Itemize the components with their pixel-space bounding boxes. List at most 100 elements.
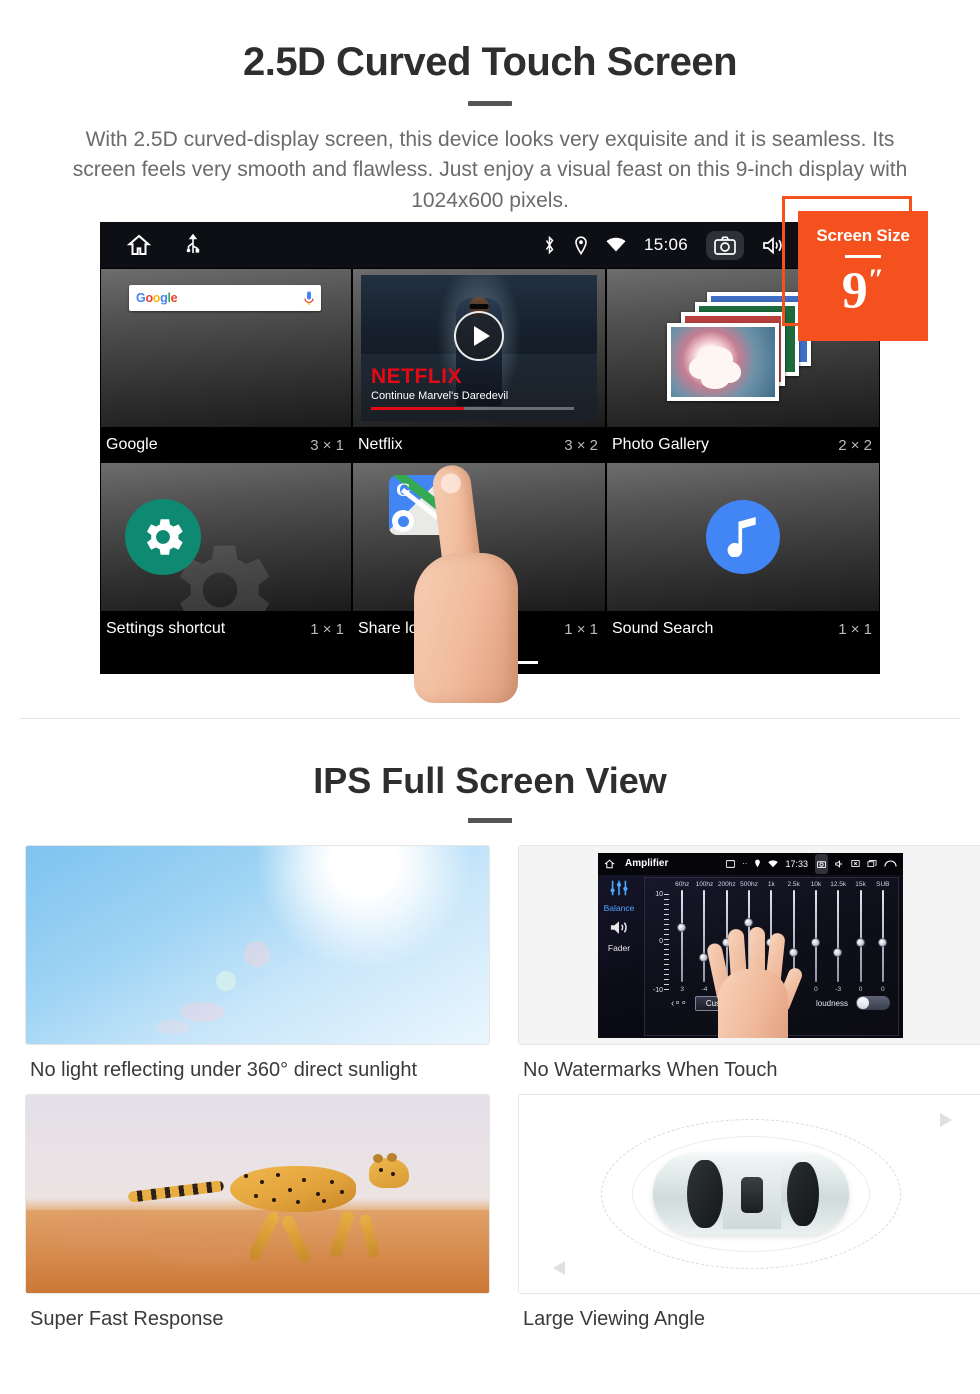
feature-card-no-watermarks: Amplifier ·· 17:33 Balance Fader 60hz 10…	[518, 845, 980, 1082]
sunlight-sky-photo	[25, 845, 490, 1045]
widget-label-row: Netflix 3 × 2	[352, 428, 606, 462]
loudness-toggle[interactable]	[856, 996, 890, 1010]
widget-cell-share-location[interactable]: G Share location 1 × 1	[352, 462, 606, 646]
widget-size: 3 × 2	[564, 436, 598, 454]
google-search-widget[interactable]: Google	[100, 268, 352, 428]
status-time: 15:06	[643, 235, 688, 254]
widget-name: Share location	[358, 620, 461, 637]
back-arrow-icon[interactable]: ‹∘∘	[671, 998, 687, 1009]
camera-icon[interactable]	[815, 853, 828, 874]
dots-icon: ··	[742, 859, 748, 868]
band-value: 0	[881, 985, 885, 993]
feature-card-viewing-angle: Large Viewing Angle	[518, 1094, 980, 1331]
band-label: 100hz	[695, 880, 714, 888]
badge-unit: ″	[867, 263, 885, 296]
band-value: -3	[835, 985, 842, 993]
netflix-brand: NETFLIX	[371, 365, 462, 388]
feature-caption: No Watermarks When Touch	[523, 1059, 778, 1081]
gallery-icon	[726, 859, 736, 868]
widget-size: 3 × 1	[310, 436, 344, 454]
device-status-bar: 15:06	[100, 222, 880, 268]
music-note-icon	[706, 500, 780, 574]
band-label: 60hz	[675, 880, 690, 888]
usb-icon[interactable]	[186, 234, 200, 256]
widget-label-row: Google 3 × 1	[100, 428, 352, 462]
widget-cell-netflix[interactable]: NETFLIX Continue Marvel's Daredevil Netf…	[352, 268, 606, 462]
settings-gear-badge	[125, 499, 201, 575]
feature-caption: Super Fast Response	[30, 1308, 224, 1330]
page-dot[interactable]	[477, 661, 503, 664]
eq-slider[interactable]	[849, 889, 871, 984]
band-label: SUB	[876, 880, 890, 888]
band-value: 0	[858, 985, 863, 993]
location-icon	[574, 235, 588, 255]
netflix-widget[interactable]: NETFLIX Continue Marvel's Daredevil	[352, 268, 606, 428]
section-curved-touch-screen: 2.5D Curved Touch Screen With 2.5D curve…	[0, 0, 980, 703]
volume-icon	[835, 859, 842, 868]
scale-max: 10	[655, 890, 663, 898]
location-icon	[755, 859, 761, 868]
widget-picker-grid: Google Google 3 × 1 NETFLIX Continue Mar…	[100, 268, 880, 646]
play-icon[interactable]	[454, 311, 504, 362]
widget-size: 2 × 2	[838, 436, 872, 454]
amplifier-title: Amplifier	[625, 858, 669, 869]
eq-scale: 10 0 -10	[649, 890, 671, 994]
section2-title-underline	[468, 818, 512, 823]
feature-card-sunlight: No light reflecting under 360° direct su…	[25, 845, 490, 1082]
fader-speaker-icon[interactable]	[609, 919, 629, 936]
equalizer-icon[interactable]	[609, 880, 629, 896]
settings-shortcut-widget[interactable]	[100, 462, 352, 612]
widget-size: 1 × 1	[564, 620, 598, 638]
recents-icon	[867, 860, 877, 867]
widget-row-1: Google Google 3 × 1 NETFLIX Continue Mar…	[100, 268, 880, 462]
eq-slider[interactable]	[671, 889, 693, 984]
band-label: 12.5k	[830, 880, 847, 888]
page-indicator[interactable]	[442, 661, 538, 664]
feature-card-row-2: Super Fast Response Large Viewing Angle	[0, 1094, 980, 1331]
home-icon	[604, 859, 615, 868]
balance-label[interactable]: Balance	[598, 903, 640, 913]
badge-value: 9″	[841, 262, 885, 320]
touching-hand-illustration	[705, 926, 805, 1038]
netflix-progress-bar	[371, 407, 574, 410]
eq-slider[interactable]	[827, 889, 849, 984]
band-label: 200hz	[717, 880, 736, 888]
feature-card-row-1: No light reflecting under 360° direct su…	[0, 845, 980, 1082]
widget-row-2: Settings shortcut 1 × 1 G Share location…	[100, 462, 880, 646]
feature-caption: Large Viewing Angle	[523, 1308, 705, 1330]
widget-name: Google	[106, 436, 158, 453]
screen-size-badge: Screen Size 9″	[798, 211, 928, 341]
home-icon[interactable]	[126, 233, 152, 257]
close-box-icon	[851, 860, 860, 867]
page-dot[interactable]	[442, 661, 468, 664]
band-label: 15k	[855, 880, 866, 888]
band-value: 0	[814, 985, 818, 993]
page-dot-active[interactable]	[512, 661, 538, 664]
scale-min: -10	[652, 986, 663, 994]
sound-search-widget[interactable]	[606, 462, 880, 612]
widget-size: 1 × 1	[310, 620, 344, 638]
eq-slider[interactable]	[872, 889, 894, 984]
fader-label[interactable]: Fader	[598, 943, 640, 953]
widget-cell-settings[interactable]: Settings shortcut 1 × 1	[100, 462, 352, 646]
eq-slider[interactable]	[805, 889, 827, 984]
widget-cell-google[interactable]: Google Google 3 × 1	[100, 268, 352, 462]
share-location-widget[interactable]: G	[352, 462, 606, 612]
google-search-box[interactable]: Google	[129, 285, 321, 311]
section2-title: IPS Full Screen View	[313, 760, 667, 801]
back-arrow-icon[interactable]	[884, 859, 897, 868]
band-label: 2.5k	[787, 880, 800, 888]
widget-label-row: Settings shortcut 1 × 1	[100, 612, 352, 646]
badge-label: Screen Size	[816, 226, 910, 245]
widget-name: Netflix	[358, 436, 403, 453]
feature-caption: No light reflecting under 360° direct su…	[30, 1059, 418, 1081]
camera-icon[interactable]	[706, 230, 744, 260]
widget-size: 1 × 1	[838, 620, 872, 638]
volume-icon[interactable]	[762, 236, 784, 255]
widget-name: Sound Search	[612, 620, 714, 637]
widget-cell-sound-search[interactable]: Sound Search 1 × 1	[606, 462, 880, 646]
frequency-labels: 60hz 100hz 200hz 500hz 1k 2.5k 10k 12.5k	[645, 878, 898, 888]
device-screenshot: 15:06 Google Google 3 × 1 NETFLIX Contin…	[100, 222, 880, 674]
rotation-arrow-icon	[940, 1113, 952, 1127]
netflix-subtitle: Continue Marvel's Daredevil	[371, 390, 509, 402]
